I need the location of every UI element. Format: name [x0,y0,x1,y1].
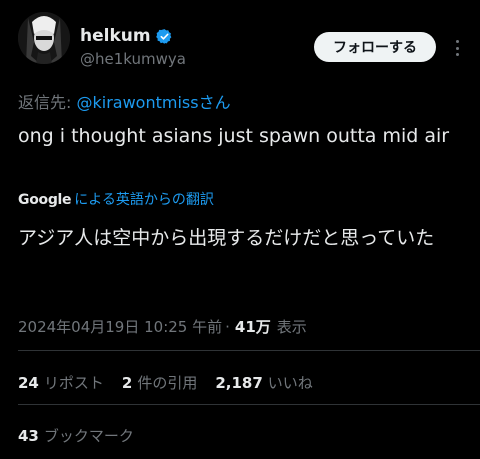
more-options-icon[interactable] [451,38,463,58]
avatar-image [18,12,70,64]
translated-text: アジア人は空中から出現するだけだと思っていた [18,227,435,249]
reposts-label[interactable]: リポスト [44,372,104,393]
follow-button[interactable]: フォローする [314,32,436,62]
bookmarks-stat: 43 ブックマーク [18,425,152,446]
translation-attribution: Google による英語からの翻訳 [18,189,214,209]
author-display-name[interactable]: helkum [80,26,151,46]
avatar[interactable] [18,12,70,64]
google-logo: Google [18,192,72,208]
reply-suffix: さん [198,93,231,112]
tweet-timestamp[interactable]: 2024年04月19日 10:25 午前 [18,316,222,337]
meta-separator: · [225,317,230,336]
author-name-row: helkum [80,26,173,46]
tweet-meta: 2024年04月19日 10:25 午前 · 41万 表示 [18,316,307,337]
tweet-text: ong i thought asians just spawn outta mi… [18,125,450,147]
translation-link[interactable]: による英語からの翻訳 [74,189,214,209]
quotes-count[interactable]: 2 [122,374,132,392]
bookmarks-count[interactable]: 43 [18,427,39,445]
author-handle[interactable]: @he1kumwya [80,50,186,68]
likes-label[interactable]: いいね [268,372,313,393]
divider [18,350,480,351]
divider [18,404,480,405]
engagement-stats: 24 リポスト 2 件の引用 2,187 いいね [18,372,331,393]
reply-to-line: 返信先: @kirawontmissさん [18,89,231,113]
reply-prefix: 返信先: [18,93,77,112]
reply-mention-link[interactable]: @kirawontmiss [76,93,198,112]
views-label: 表示 [276,318,307,336]
reposts-count[interactable]: 24 [18,374,39,392]
verified-badge-icon[interactable] [155,28,173,45]
quotes-label[interactable]: 件の引用 [137,372,197,393]
bookmarks-label[interactable]: ブックマーク [44,425,134,446]
views-count: 41万 [234,318,271,336]
likes-count[interactable]: 2,187 [215,374,262,392]
